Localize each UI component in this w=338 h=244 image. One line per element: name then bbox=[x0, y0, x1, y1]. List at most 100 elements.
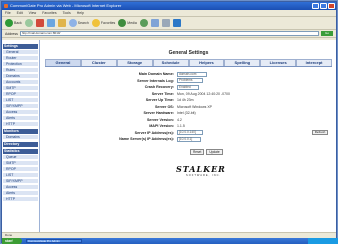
favorites-button[interactable]: Favorites bbox=[91, 19, 116, 27]
sidebar-group-monitors: Monitors Domains bbox=[3, 129, 38, 140]
home-button[interactable] bbox=[57, 19, 66, 27]
main-domain-input[interactable]: domain.com bbox=[177, 71, 207, 77]
window-controls bbox=[312, 3, 335, 9]
edit-button[interactable] bbox=[172, 19, 181, 27]
sidebar-item-stat-access[interactable]: Access bbox=[3, 185, 38, 190]
mapi-value: 1.1.5 bbox=[177, 124, 185, 129]
sidebar-item-rpop[interactable]: RPOP bbox=[3, 92, 38, 97]
sidebar-item-queue[interactable]: Queue bbox=[3, 155, 38, 160]
media-icon bbox=[118, 19, 127, 27]
sidebar-group-settings: Settings General Router Protection Rules… bbox=[3, 44, 38, 127]
dns-label: Name Server(s) IP Address(es): bbox=[119, 137, 174, 142]
refresh-button[interactable]: Refresh bbox=[312, 130, 328, 136]
sidebar-group-title[interactable]: Statistics bbox=[3, 149, 38, 154]
tab-spelling[interactable]: Spelling bbox=[224, 59, 261, 66]
mail-button[interactable] bbox=[150, 19, 159, 27]
back-button[interactable]: Back bbox=[5, 19, 22, 27]
star-icon bbox=[91, 19, 100, 27]
server-time-value: Mon, 09 Aug 2004 12:40:20 -0700 bbox=[177, 91, 230, 96]
sidebar-group-title[interactable]: Directory bbox=[3, 142, 38, 147]
go-button[interactable]: Go bbox=[321, 31, 333, 36]
sidebar-item-access[interactable]: Access bbox=[3, 110, 38, 115]
ip-address-field[interactable]: [10.0.0.140] bbox=[177, 130, 203, 136]
page-title: General Settings bbox=[168, 50, 209, 56]
form-actions: Reset Update bbox=[190, 148, 336, 155]
sidebar-item-list[interactable]: LIST bbox=[3, 98, 38, 103]
sidebar-item-router[interactable]: Router bbox=[3, 56, 38, 61]
address-input[interactable]: http://mail.domain.com:8010/ bbox=[19, 31, 319, 36]
sidebar-item-stat-list[interactable]: LIST bbox=[3, 173, 38, 178]
search-label: Search bbox=[77, 21, 89, 25]
sidebar-item-stat-http[interactable]: HTTP bbox=[3, 197, 38, 202]
version-label: Server Version: bbox=[146, 117, 174, 122]
menu-help[interactable]: Help bbox=[77, 10, 84, 16]
forward-button[interactable] bbox=[24, 19, 33, 27]
sidebar-group-directory: Directory bbox=[3, 142, 38, 147]
reset-button[interactable]: Reset bbox=[190, 148, 205, 155]
sidebar-item-monitor-domains[interactable]: Domains bbox=[3, 135, 38, 140]
crash-recovery-select[interactable]: Enabled bbox=[177, 84, 199, 90]
sidebar-item-smtp[interactable]: SMTP bbox=[3, 86, 38, 91]
menu-edit[interactable]: Edit bbox=[17, 10, 23, 16]
dns-address-field[interactable]: [10.0.0.1] bbox=[177, 136, 201, 142]
tab-storage[interactable]: Storage bbox=[116, 59, 153, 66]
tab-general[interactable]: General bbox=[45, 59, 81, 66]
general-settings-form: Main Domain Name: domain.com Server Inte… bbox=[41, 71, 336, 143]
sidebar-item-stat-smtp[interactable]: SMTP bbox=[3, 161, 38, 166]
forward-arrow-icon bbox=[24, 19, 33, 27]
sidebar-item-stat-sip[interactable]: SIP/XMPP bbox=[3, 179, 38, 184]
history-button[interactable] bbox=[139, 19, 148, 27]
sidebar-item-sip[interactable]: SIP/XMPP bbox=[3, 104, 38, 109]
sidebar-item-stat-alerts[interactable]: Alerts bbox=[3, 191, 38, 196]
sidebar-item-rules[interactable]: Rules bbox=[3, 68, 38, 73]
update-button[interactable]: Update bbox=[206, 148, 223, 155]
os-label: Server OS: bbox=[154, 104, 174, 109]
sidebar-item-general[interactable]: General bbox=[3, 50, 38, 55]
tab-helpers[interactable]: Helpers bbox=[188, 59, 225, 66]
page-content: Settings General Router Protection Rules… bbox=[2, 40, 336, 232]
log-level-select[interactable]: Problems bbox=[177, 78, 203, 84]
search-icon bbox=[68, 19, 77, 27]
print-icon bbox=[161, 19, 170, 27]
maximize-button[interactable] bbox=[320, 3, 327, 9]
close-button[interactable] bbox=[328, 3, 335, 9]
tab-intercept[interactable]: Intercept bbox=[296, 59, 332, 66]
browser-window: CommuniGate Pro Admin via Web - Microsof… bbox=[1, 1, 338, 244]
refresh-page-button[interactable] bbox=[46, 19, 55, 27]
media-button[interactable]: Media bbox=[118, 19, 137, 27]
menu-file[interactable]: File bbox=[5, 10, 11, 16]
server-time-label: Server Time: bbox=[151, 91, 174, 96]
print-button[interactable] bbox=[161, 19, 170, 27]
sidebar-item-http[interactable]: HTTP bbox=[3, 122, 38, 127]
search-button[interactable]: Search bbox=[68, 19, 89, 27]
address-bar: Address http://mail.domain.com:8010/ Go bbox=[2, 30, 336, 38]
favorites-label: Favorites bbox=[100, 21, 116, 25]
sidebar-item-protection[interactable]: Protection bbox=[3, 62, 38, 67]
sidebar-item-accounts[interactable]: Accounts bbox=[3, 80, 38, 85]
ip-label: Server IP Address(es): bbox=[134, 130, 174, 135]
start-button[interactable]: start bbox=[2, 238, 22, 244]
tab-licenses[interactable]: Licenses bbox=[260, 59, 297, 66]
hardware-value: Intel (32-bit) bbox=[177, 111, 196, 116]
menu-favorites[interactable]: Favorites bbox=[42, 10, 56, 16]
menu-tools[interactable]: Tools bbox=[63, 10, 71, 16]
taskbar-task[interactable]: CommuniGate Pro Admin bbox=[26, 239, 82, 243]
back-label: Back bbox=[14, 21, 22, 25]
minimize-button[interactable] bbox=[312, 3, 319, 9]
sidebar-group-title[interactable]: Monitors bbox=[3, 129, 38, 134]
sidebar-item-alerts[interactable]: Alerts bbox=[3, 116, 38, 121]
taskbar: start CommuniGate Pro Admin bbox=[2, 238, 338, 244]
menu-bar: File Edit View Favorites Tools Help bbox=[2, 10, 336, 17]
title-bar: CommuniGate Pro Admin via Web - Microsof… bbox=[2, 2, 336, 10]
sidebar-group-title[interactable]: Settings bbox=[3, 44, 38, 49]
sidebar-item-stat-rpop[interactable]: RPOP bbox=[3, 167, 38, 172]
settings-panel: General Settings General Cluster Storage… bbox=[41, 40, 336, 232]
tab-schedule[interactable]: Schedule bbox=[152, 59, 189, 66]
tab-cluster[interactable]: Cluster bbox=[80, 59, 117, 66]
log-label: Server Internals Log: bbox=[137, 78, 174, 83]
address-label: Address bbox=[5, 31, 18, 36]
menu-view[interactable]: View bbox=[29, 10, 37, 16]
sidebar-item-domains[interactable]: Domains bbox=[3, 74, 38, 79]
stop-button[interactable] bbox=[35, 19, 44, 27]
edit-icon bbox=[172, 19, 181, 27]
